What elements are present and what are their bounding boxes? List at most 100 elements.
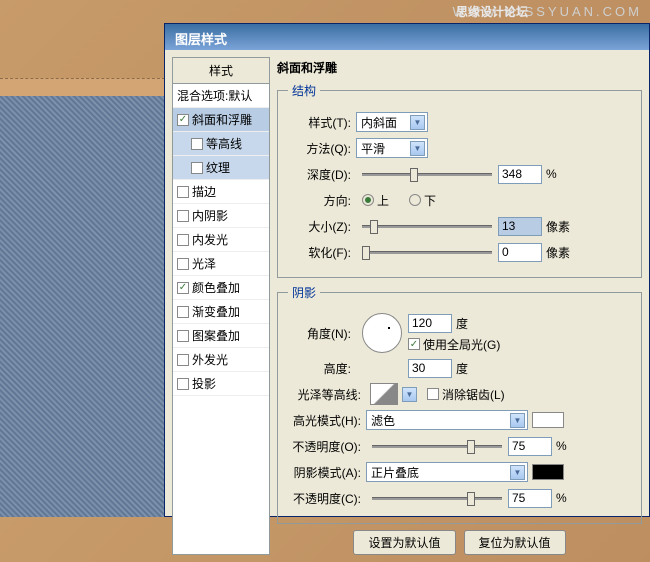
direction-up-label: 上 <box>377 192 389 209</box>
chevron-down-icon: ▼ <box>410 141 425 156</box>
background-denim <box>0 90 165 517</box>
style-checkbox[interactable] <box>191 138 203 150</box>
chevron-down-icon: ▼ <box>510 465 525 480</box>
style-item-label: 内阴影 <box>192 207 228 224</box>
shadow-opacity-unit: % <box>552 491 567 505</box>
direction-down-label: 下 <box>424 192 436 209</box>
style-item-label: 图案叠加 <box>192 327 240 344</box>
style-item-label: 纹理 <box>206 159 230 176</box>
altitude-label: 高度: <box>288 360 356 377</box>
chevron-down-icon: ▼ <box>410 115 425 130</box>
style-item[interactable]: 斜面和浮雕 <box>173 108 269 132</box>
style-item[interactable]: 等高线 <box>173 132 269 156</box>
shading-legend: 阴影 <box>288 284 320 301</box>
shadow-mode-select[interactable]: 正片叠底▼ <box>366 462 528 482</box>
depth-label: 深度(D): <box>288 166 356 183</box>
style-item-label: 等高线 <box>206 135 242 152</box>
style-item[interactable]: 图案叠加 <box>173 324 269 348</box>
altitude-unit: 度 <box>452 360 468 377</box>
gloss-contour-picker[interactable] <box>370 383 398 405</box>
style-select[interactable]: 内斜面▼ <box>356 112 428 132</box>
style-item-label: 内发光 <box>192 231 228 248</box>
styles-panel: 样式 混合选项:默认斜面和浮雕等高线纹理描边内阴影内发光光泽颜色叠加渐变叠加图案… <box>172 57 270 555</box>
style-checkbox[interactable] <box>177 114 189 126</box>
global-light-checkbox[interactable] <box>408 338 420 350</box>
style-checkbox[interactable] <box>177 378 189 390</box>
style-item-label: 混合选项:默认 <box>177 87 252 104</box>
style-item[interactable]: 光泽 <box>173 252 269 276</box>
highlight-opacity-slider[interactable] <box>372 437 502 455</box>
style-item[interactable]: 渐变叠加 <box>173 300 269 324</box>
style-checkbox[interactable] <box>191 162 203 174</box>
direction-label: 方向: <box>288 192 356 209</box>
soften-label: 软化(F): <box>288 244 356 261</box>
style-item[interactable]: 描边 <box>173 180 269 204</box>
chevron-down-icon: ▼ <box>510 413 525 428</box>
styles-list: 混合选项:默认斜面和浮雕等高线纹理描边内阴影内发光光泽颜色叠加渐变叠加图案叠加外… <box>173 84 269 396</box>
highlight-mode-select[interactable]: 滤色▼ <box>366 410 528 430</box>
shadow-opacity-input[interactable] <box>508 489 552 508</box>
style-item-label: 斜面和浮雕 <box>192 111 252 128</box>
layer-style-dialog: 图层样式 样式 混合选项:默认斜面和浮雕等高线纹理描边内阴影内发光光泽颜色叠加渐… <box>164 23 650 517</box>
direction-up-radio[interactable] <box>362 194 374 206</box>
style-item-label: 投影 <box>192 375 216 392</box>
style-item-label: 描边 <box>192 183 216 200</box>
antialias-label: 消除锯齿(L) <box>439 386 505 403</box>
style-item[interactable]: 内发光 <box>173 228 269 252</box>
technique-select[interactable]: 平滑▼ <box>356 138 428 158</box>
angle-label: 角度(N): <box>288 325 356 342</box>
shadow-mode-label: 阴影模式(A): <box>288 464 366 481</box>
size-label: 大小(Z): <box>288 218 356 235</box>
highlight-opacity-unit: % <box>552 439 567 453</box>
size-slider[interactable] <box>362 217 492 235</box>
angle-input[interactable] <box>408 314 452 333</box>
style-item-label: 外发光 <box>192 351 228 368</box>
style-item[interactable]: 内阴影 <box>173 204 269 228</box>
make-default-button[interactable]: 设置为默认值 <box>353 530 455 555</box>
style-checkbox[interactable] <box>177 258 189 270</box>
style-checkbox[interactable] <box>177 210 189 222</box>
dialog-titlebar[interactable]: 图层样式 <box>165 24 649 50</box>
global-light-label: 使用全局光(G) <box>420 336 500 353</box>
style-checkbox[interactable] <box>177 234 189 246</box>
direction-down-radio[interactable] <box>409 194 421 206</box>
angle-dial[interactable] <box>362 313 402 353</box>
style-item[interactable]: 投影 <box>173 372 269 396</box>
style-checkbox[interactable] <box>177 186 189 198</box>
shadow-color-swatch[interactable] <box>532 464 564 480</box>
reset-default-button[interactable]: 复位为默认值 <box>464 530 566 555</box>
angle-unit: 度 <box>452 315 468 332</box>
soften-slider[interactable] <box>362 243 492 261</box>
style-item[interactable]: 颜色叠加 <box>173 276 269 300</box>
size-unit: 像素 <box>542 218 570 235</box>
shadow-opacity-slider[interactable] <box>372 489 502 507</box>
depth-input[interactable] <box>498 165 542 184</box>
depth-unit: % <box>542 167 557 181</box>
style-checkbox[interactable] <box>177 306 189 318</box>
style-item-label: 渐变叠加 <box>192 303 240 320</box>
styles-header: 样式 <box>173 58 269 84</box>
style-label: 样式(T): <box>288 114 356 131</box>
structure-group: 结构 样式(T): 内斜面▼ 方法(Q): 平滑▼ 深度(D): % 方向: <box>277 82 642 278</box>
altitude-input[interactable] <box>408 359 452 378</box>
soften-input[interactable] <box>498 243 542 262</box>
highlight-color-swatch[interactable] <box>532 412 564 428</box>
depth-slider[interactable] <box>362 165 492 183</box>
panel-title: 斜面和浮雕 <box>277 57 642 82</box>
soften-unit: 像素 <box>542 244 570 261</box>
dialog-body: 样式 混合选项:默认斜面和浮雕等高线纹理描边内阴影内发光光泽颜色叠加渐变叠加图案… <box>165 50 649 562</box>
style-item[interactable]: 纹理 <box>173 156 269 180</box>
size-input[interactable] <box>498 217 542 236</box>
structure-legend: 结构 <box>288 82 320 99</box>
highlight-opacity-input[interactable] <box>508 437 552 456</box>
style-checkbox[interactable] <box>177 354 189 366</box>
style-checkbox[interactable] <box>177 282 189 294</box>
style-item[interactable]: 混合选项:默认 <box>173 84 269 108</box>
style-item-label: 光泽 <box>192 255 216 272</box>
chevron-down-icon[interactable]: ▼ <box>402 387 417 402</box>
background-stitch <box>0 78 165 96</box>
style-item[interactable]: 外发光 <box>173 348 269 372</box>
style-item-label: 颜色叠加 <box>192 279 240 296</box>
antialias-checkbox[interactable] <box>427 388 439 400</box>
style-checkbox[interactable] <box>177 330 189 342</box>
